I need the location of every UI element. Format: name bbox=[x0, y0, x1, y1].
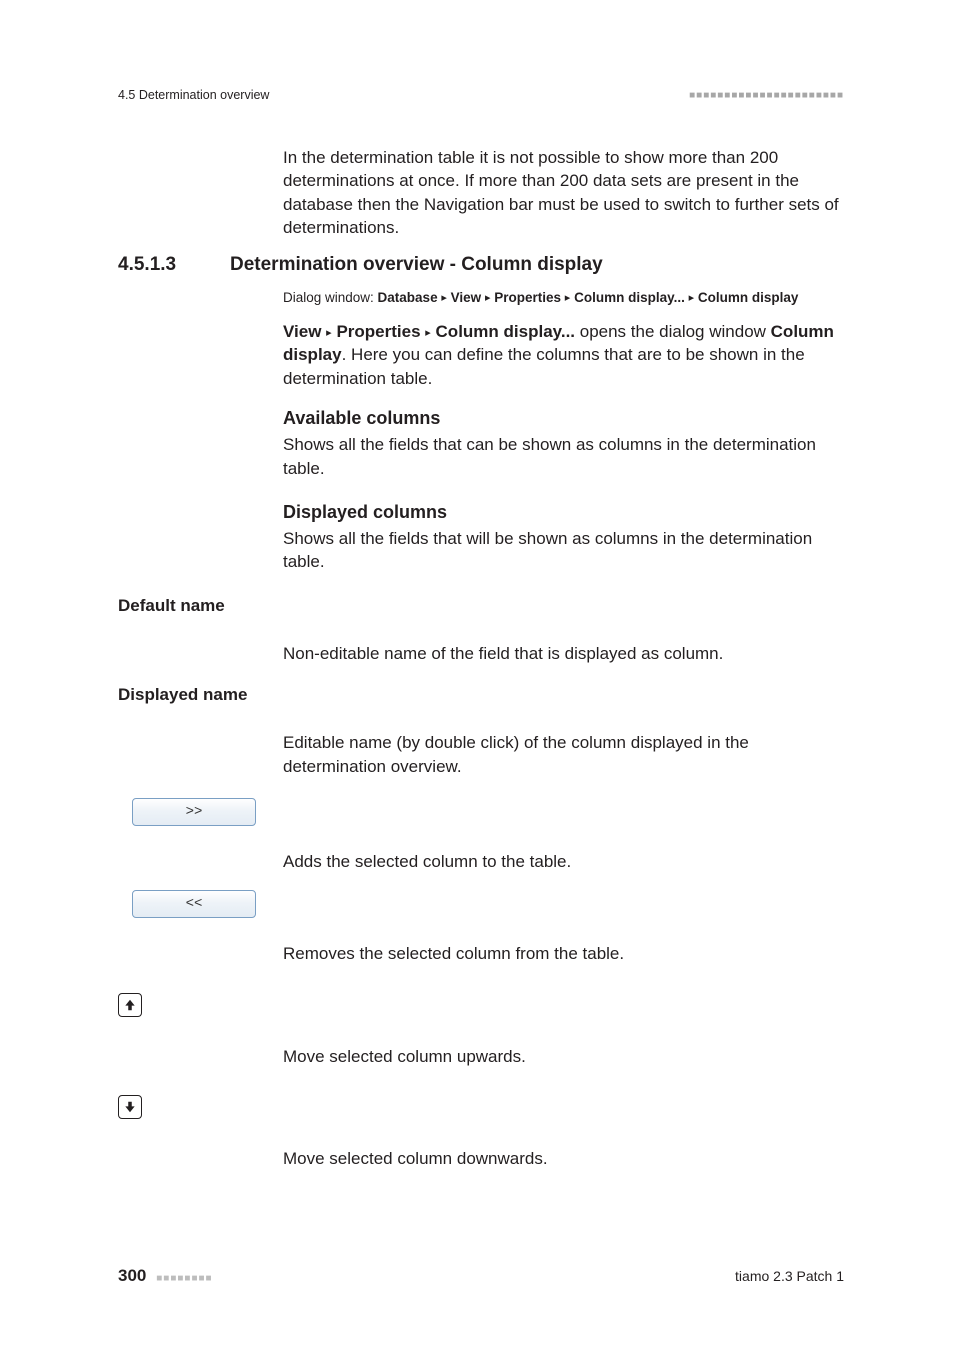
arrow-down-icon bbox=[123, 1100, 137, 1114]
page-number: 300 bbox=[118, 1266, 146, 1285]
running-title: 4.5 Determination overview bbox=[118, 88, 269, 102]
intro-paragraph: In the determination table it is not pos… bbox=[283, 146, 844, 240]
open-paragraph: View ▸ Properties ▸ Column display... op… bbox=[283, 320, 844, 390]
add-column-button[interactable]: >> bbox=[132, 798, 256, 826]
displayed-columns-body: Shows all the fields that will be shown … bbox=[283, 527, 844, 574]
open-tail: . Here you can define the columns that a… bbox=[283, 345, 805, 387]
separator-icon: ▸ bbox=[326, 327, 332, 339]
default-name-desc: Non-editable name of the field that is d… bbox=[283, 642, 844, 665]
separator-icon: ▸ bbox=[689, 292, 695, 304]
dialog-path-seg4: Column display... bbox=[574, 290, 685, 305]
header-ornament: ■■■■■■■■■■■■■■■■■■■■■■ bbox=[689, 90, 844, 101]
separator-icon: ▸ bbox=[441, 292, 447, 304]
open-seg-props: Properties bbox=[336, 322, 420, 341]
open-seg-view: View bbox=[283, 322, 321, 341]
dialog-path-seg1: Database bbox=[378, 290, 438, 305]
available-columns-heading: Available columns bbox=[283, 408, 844, 429]
move-down-button[interactable] bbox=[118, 1095, 142, 1119]
dialog-path-seg3: Properties bbox=[494, 290, 561, 305]
remove-column-desc: Removes the selected column from the tab… bbox=[283, 942, 844, 965]
move-up-button[interactable] bbox=[118, 993, 142, 1017]
default-name-label: Default name bbox=[118, 596, 844, 616]
add-column-desc: Adds the selected column to the table. bbox=[283, 850, 844, 873]
remove-column-button[interactable]: << bbox=[132, 890, 256, 918]
arrow-up-icon bbox=[123, 998, 137, 1012]
open-after: opens the dialog window bbox=[575, 322, 771, 341]
dialog-path: Dialog window: Database ▸ View ▸ Propert… bbox=[283, 288, 844, 308]
dialog-path-seg2: View bbox=[451, 290, 482, 305]
move-down-desc: Move selected column downwards. bbox=[283, 1147, 844, 1170]
displayed-name-label: Displayed name bbox=[118, 685, 844, 705]
dialog-path-prefix: Dialog window: bbox=[283, 290, 378, 305]
move-up-desc: Move selected column upwards. bbox=[283, 1045, 844, 1068]
available-columns-body: Shows all the fields that can be shown a… bbox=[283, 433, 844, 480]
separator-icon: ▸ bbox=[485, 292, 491, 304]
section-title: Determination overview - Column display bbox=[230, 254, 603, 276]
displayed-name-desc: Editable name (by double click) of the c… bbox=[283, 731, 844, 778]
product-name: tiamo 2.3 Patch 1 bbox=[735, 1268, 844, 1284]
separator-icon: ▸ bbox=[565, 292, 571, 304]
open-seg-cd: Column display... bbox=[436, 322, 575, 341]
separator-icon: ▸ bbox=[425, 327, 431, 339]
displayed-columns-heading: Displayed columns bbox=[283, 502, 844, 523]
section-number: 4.5.1.3 bbox=[118, 254, 200, 276]
footer-ornament: ■■■■■■■■ bbox=[156, 1273, 212, 1284]
dialog-path-seg5: Column display bbox=[698, 290, 799, 305]
